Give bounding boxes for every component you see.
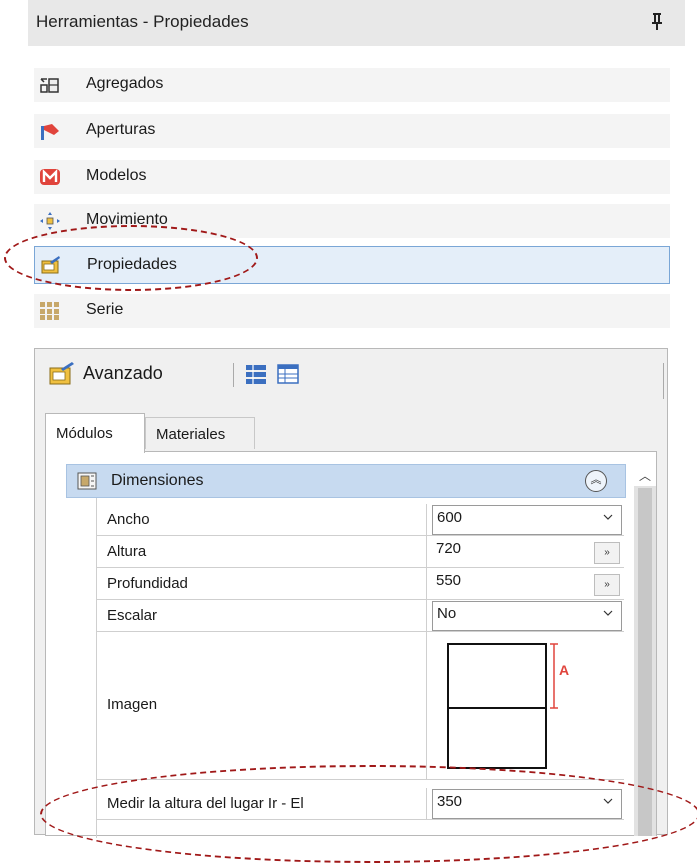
column-divider <box>426 600 427 632</box>
chevron-down-icon <box>603 514 613 520</box>
toolbar-edge <box>663 363 664 399</box>
models-icon <box>40 169 60 185</box>
tab-label: Módulos <box>56 425 113 442</box>
toolbar-separator <box>233 363 234 387</box>
table-view-icon[interactable] <box>277 363 299 385</box>
property-label: Profundidad <box>107 575 188 592</box>
tab-strip: Módulos Materiales <box>35 411 667 453</box>
group-label: Dimensiones <box>111 472 204 489</box>
tool-item-aperturas[interactable]: Aperturas <box>34 114 670 148</box>
scroll-up-icon[interactable]: ︿ <box>634 466 656 486</box>
tool-label: Serie <box>86 301 124 318</box>
series-icon <box>40 302 59 320</box>
move-icon <box>40 212 60 230</box>
tool-label: Agregados <box>86 75 164 92</box>
property-label: Imagen <box>107 696 158 713</box>
openings-icon <box>41 124 59 140</box>
pin-icon[interactable] <box>650 11 664 31</box>
property-value: 550 <box>436 572 462 589</box>
property-value: 600 <box>437 509 463 526</box>
tool-label: Modelos <box>86 167 147 184</box>
altura-field[interactable]: 720 » <box>432 537 622 567</box>
module-preview-image <box>447 643 558 769</box>
property-label: Altura <box>107 543 147 560</box>
profundidad-field[interactable]: 550 » <box>432 569 622 599</box>
column-divider <box>426 632 427 780</box>
property-value: No <box>437 605 457 622</box>
property-row-altura: Altura 720 » <box>96 536 624 568</box>
dimension-marker: A <box>559 662 570 678</box>
tool-item-modelos[interactable]: Modelos <box>34 160 670 194</box>
tool-item-agregados[interactable]: Agregados <box>34 68 670 102</box>
scroll-thumb[interactable] <box>638 488 652 836</box>
tool-item-serie[interactable]: Serie <box>34 294 670 328</box>
property-row-escalar: Escalar No <box>96 600 624 632</box>
categorized-view-icon[interactable] <box>245 363 267 385</box>
property-row-profundidad: Profundidad 550 » <box>96 568 624 600</box>
group-header-dimensiones[interactable]: Dimensiones ︽ <box>66 464 626 498</box>
altura-expand-button[interactable]: » <box>594 542 620 564</box>
aggregate-icon <box>40 78 59 93</box>
tab-modulos[interactable]: Módulos <box>45 413 145 453</box>
property-row-ancho: Ancho 600 <box>96 504 624 536</box>
dimensions-icon <box>77 472 97 490</box>
annotation-ellipse-propiedades <box>4 225 258 291</box>
column-divider <box>426 504 427 536</box>
window-title: Herramientas - Propiedades <box>36 12 249 31</box>
column-divider <box>426 536 427 568</box>
advanced-label: Avanzado <box>83 363 163 383</box>
property-label: Ancho <box>107 511 150 528</box>
ancho-dropdown[interactable]: 600 <box>432 505 622 535</box>
property-value: 720 <box>436 540 462 557</box>
chevron-down-icon <box>603 610 613 616</box>
collapse-icon[interactable]: ︽ <box>585 470 607 492</box>
annotation-ellipse-medir-altura <box>40 765 697 863</box>
vertical-scrollbar[interactable]: ︿ <box>634 466 656 836</box>
advanced-toolbar: Avanzado <box>35 349 667 403</box>
properties-icon[interactable] <box>49 361 75 385</box>
column-divider <box>426 568 427 600</box>
tab-label: Materiales <box>156 426 226 443</box>
title-bar: Herramientas - Propiedades <box>28 0 685 46</box>
property-row-imagen: Imagen A <box>96 632 624 780</box>
profundidad-expand-button[interactable]: » <box>594 574 620 596</box>
escalar-dropdown[interactable]: No <box>432 601 622 631</box>
advanced-panel: Avanzado Módulos Materiales Dimensiones … <box>34 348 668 838</box>
property-label: Escalar <box>107 607 158 624</box>
tool-label: Aperturas <box>86 121 156 138</box>
tab-materiales[interactable]: Materiales <box>145 417 255 449</box>
